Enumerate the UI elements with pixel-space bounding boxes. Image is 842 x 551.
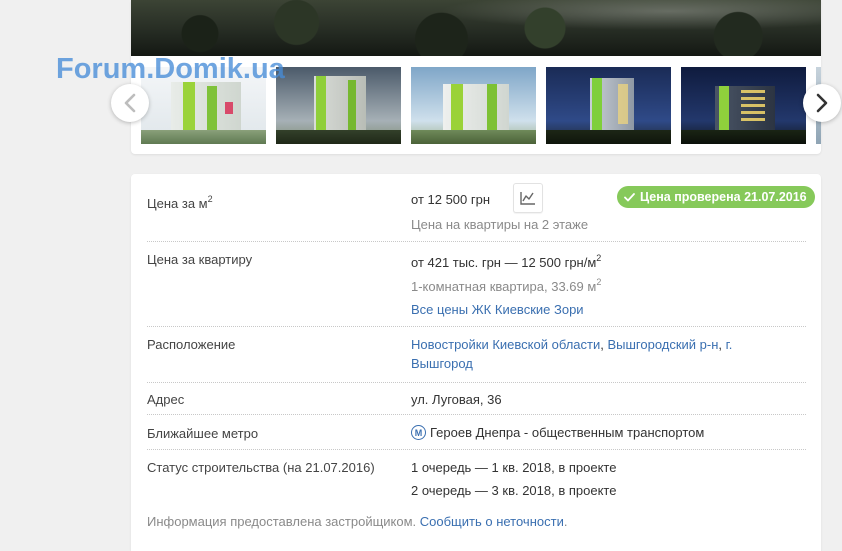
thumbnail-3[interactable] (411, 67, 536, 144)
metro-icon: М (411, 425, 426, 440)
row-location: Расположение Новостройки Киевской област… (147, 327, 806, 383)
chevron-right-icon (816, 93, 828, 113)
location-line-1: Новостройки Киевской области, Вышгородск… (411, 337, 733, 352)
chart-icon (520, 192, 535, 205)
checkmark-icon (624, 192, 635, 201)
info-card: Цена за м2 от 12 500 грн Цена проверена … (131, 174, 821, 551)
address-label: Адрес (147, 392, 185, 407)
footer-note: Информация предоставлена застройщиком. С… (147, 514, 568, 529)
main-photo[interactable] (131, 0, 821, 56)
metro-label: Ближайшее метро (147, 426, 259, 441)
price-chart-button[interactable] (513, 183, 543, 213)
metro-value: М Героев Днепра - общественным транспорто… (411, 425, 704, 440)
thumbnail-4[interactable] (546, 67, 671, 144)
status-line-2: 2 очередь — 3 кв. 2018, в проекте (411, 483, 617, 498)
thumbnail-5[interactable] (681, 67, 806, 144)
price-per-flat-label: Цена за квартиру (147, 252, 253, 267)
all-prices-link[interactable]: Все цены ЖК Киевские Зори (411, 302, 584, 317)
row-construction-status: Статус строительства (на 21.07.2016) 1 о… (147, 450, 806, 507)
gallery-next-button[interactable] (803, 84, 841, 122)
link-vyshgorod-city-part2[interactable]: Вышгород (411, 356, 473, 371)
report-inaccuracy-link[interactable]: Сообщить о неточности (420, 514, 564, 529)
link-vyshgorod-city-part1[interactable]: г. (726, 337, 733, 352)
location-line-2: Вышгород (411, 356, 473, 371)
status-line-1: 1 очередь — 1 кв. 2018, в проекте (411, 460, 617, 475)
link-kiev-region-new-builds[interactable]: Новостройки Киевской области (411, 337, 600, 352)
status-label: Статус строительства (на 21.07.2016) (147, 460, 375, 475)
link-vyshgorod-district[interactable]: Вышгородский р-н (607, 337, 718, 352)
row-price-per-m2: Цена за м2 от 12 500 грн Цена проверена … (147, 174, 815, 242)
price-per-m2-value: от 12 500 грн (411, 192, 491, 207)
chevron-left-icon (124, 93, 136, 113)
location-label: Расположение (147, 337, 236, 352)
row-metro: Ближайшее метро М Героев Днепра - обществ… (147, 415, 806, 450)
watermark: Forum.Domik.ua (56, 53, 285, 85)
address-value: ул. Луговая, 36 (411, 392, 502, 407)
row-address: Адрес ул. Луговая, 36 (147, 383, 806, 415)
price-verified-badge: Цена проверена 21.07.2016 (617, 186, 815, 208)
row-price-per-flat: Цена за квартиру от 421 тыс. грн — 12 50… (147, 242, 806, 327)
price-per-m2-label: Цена за м2 (147, 193, 213, 211)
thumbnail-2[interactable] (276, 67, 401, 144)
gallery-prev-button[interactable] (111, 84, 149, 122)
price-per-m2-note: Цена на квартиры на 2 этаже (411, 217, 589, 232)
price-per-flat-value: от 421 тыс. грн — 12 500 грн/м2 (411, 252, 602, 270)
price-per-flat-note: 1-комнатная квартира, 33.69 м2 (411, 276, 602, 294)
